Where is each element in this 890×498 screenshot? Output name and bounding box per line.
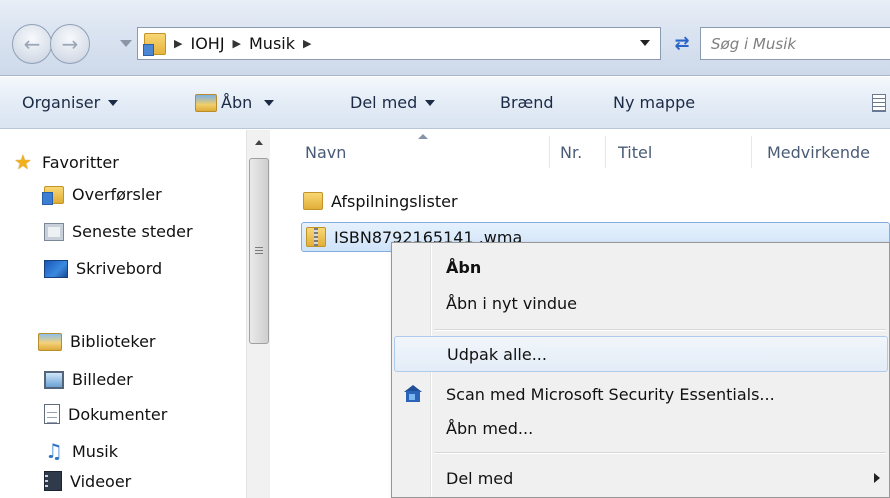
music-icon: ♫ bbox=[45, 439, 63, 463]
nav-item-downloads[interactable]: Overførsler bbox=[42, 185, 162, 205]
view-options-icon[interactable] bbox=[872, 94, 886, 112]
menu-item-label: Åbn bbox=[446, 257, 482, 277]
menu-item-open-with[interactable]: Åbn med... bbox=[394, 410, 888, 446]
menu-item-label: Scan med Microsoft Security Essentials..… bbox=[446, 384, 775, 404]
nav-label: Videoer bbox=[70, 471, 132, 491]
grip-icon bbox=[255, 247, 263, 256]
breadcrumb-item-iohj[interactable]: IOHJ bbox=[190, 34, 224, 53]
menu-separator bbox=[434, 452, 886, 453]
pictures-icon bbox=[44, 370, 64, 389]
nav-pane-scrollbar[interactable] bbox=[246, 130, 270, 498]
menu-item-label: Udpak alle... bbox=[447, 344, 547, 364]
nav-item-videos[interactable]: Videoer bbox=[44, 471, 131, 491]
scroll-thumb[interactable] bbox=[249, 158, 269, 344]
navigation-pane: ★ Favoritter Overførsler Seneste steder … bbox=[0, 130, 254, 498]
menu-item-open-new-window[interactable]: Åbn i nyt vindue bbox=[394, 285, 888, 321]
chevron-down-icon[interactable] bbox=[640, 40, 650, 46]
back-button[interactable]: ← bbox=[12, 24, 52, 64]
refresh-icon: ⇄ bbox=[674, 33, 690, 54]
open-label: Åbn bbox=[221, 93, 253, 112]
menu-separator bbox=[434, 329, 886, 330]
open-folder-icon bbox=[195, 93, 217, 112]
chevron-right-icon[interactable]: ▶ bbox=[233, 37, 241, 50]
documents-icon bbox=[44, 404, 60, 424]
nav-label: Overførsler bbox=[72, 185, 162, 204]
star-icon: ★ bbox=[14, 150, 32, 174]
organize-label: Organiser bbox=[22, 93, 101, 112]
chevron-right-icon bbox=[874, 473, 880, 483]
nav-item-libraries[interactable]: Biblioteker bbox=[38, 332, 156, 351]
recent-places-icon bbox=[44, 222, 64, 241]
chevron-right-icon[interactable]: ▶ bbox=[303, 37, 311, 50]
chevron-down-icon[interactable] bbox=[264, 99, 275, 106]
share-label: Del med bbox=[350, 93, 418, 112]
column-divider[interactable] bbox=[549, 136, 550, 168]
menu-item-extract-all[interactable]: Udpak alle... bbox=[394, 336, 888, 372]
scroll-up-icon[interactable] bbox=[255, 140, 263, 145]
nav-item-desktop[interactable]: Skrivebord bbox=[44, 259, 162, 278]
address-bar: ← → ▶ IOHJ ▶ Musik ▶ ⇄ Søg i Musik bbox=[0, 0, 890, 76]
refresh-button[interactable]: ⇄ bbox=[667, 27, 697, 60]
videos-icon bbox=[44, 471, 62, 491]
nav-label: Musik bbox=[72, 441, 118, 461]
nav-label: Dokumenter bbox=[68, 404, 168, 424]
breadcrumb-item-musik[interactable]: Musik bbox=[249, 34, 295, 53]
nav-item-music[interactable]: ♫ Musik bbox=[44, 439, 118, 463]
nav-label: Seneste steder bbox=[72, 222, 193, 241]
nav-item-pictures[interactable]: Billeder bbox=[44, 370, 133, 389]
share-with-button[interactable]: Del med bbox=[350, 93, 436, 112]
open-button[interactable]: Åbn bbox=[195, 93, 275, 112]
column-header-number[interactable]: Nr. bbox=[560, 130, 582, 174]
menu-item-share-with[interactable]: Del med bbox=[394, 460, 888, 496]
nav-label: Favoritter bbox=[42, 152, 119, 172]
sort-ascending-icon bbox=[418, 134, 428, 139]
nav-label: Billeder bbox=[72, 370, 133, 389]
file-name: Afspilningslister bbox=[331, 191, 458, 211]
context-menu: Åbn Åbn i nyt vindue Udpak alle... Scan … bbox=[391, 242, 890, 498]
breadcrumb[interactable]: ▶ IOHJ ▶ Musik ▶ bbox=[137, 27, 661, 60]
recent-pages-dropdown[interactable] bbox=[120, 40, 132, 47]
desktop-icon bbox=[44, 259, 68, 278]
nav-label: Skrivebord bbox=[76, 259, 163, 278]
nav-label: Biblioteker bbox=[70, 332, 156, 351]
menu-item-label: Åbn med... bbox=[446, 418, 534, 438]
column-divider[interactable] bbox=[751, 136, 752, 168]
downloads-icon bbox=[42, 185, 64, 205]
new-folder-label: Ny mappe bbox=[613, 93, 696, 112]
organize-button[interactable]: Organiser bbox=[22, 93, 119, 112]
forward-button[interactable]: → bbox=[50, 24, 90, 64]
burn-button[interactable]: Brænd bbox=[500, 93, 554, 112]
command-bar: Organiser Åbn Del med Brænd Ny mappe bbox=[0, 77, 890, 129]
column-header-name[interactable]: Navn bbox=[305, 130, 346, 174]
nav-item-favorites[interactable]: ★ Favoritter bbox=[12, 150, 119, 174]
column-divider[interactable] bbox=[605, 136, 606, 168]
chevron-down-icon bbox=[425, 99, 436, 106]
list-item[interactable]: Afspilningslister bbox=[301, 186, 458, 216]
compressed-folder-icon bbox=[306, 227, 326, 247]
back-arrow-icon: ← bbox=[23, 32, 41, 56]
search-input[interactable]: Søg i Musik bbox=[700, 27, 890, 60]
column-header-artists[interactable]: Medvirkende bbox=[767, 130, 870, 174]
burn-label: Brænd bbox=[500, 93, 554, 112]
menu-item-scan-security-essentials[interactable]: Scan med Microsoft Security Essentials..… bbox=[394, 376, 888, 412]
menu-item-label: Del med bbox=[446, 468, 514, 488]
menu-item-open[interactable]: Åbn bbox=[394, 249, 888, 285]
forward-arrow-icon: → bbox=[61, 32, 79, 56]
nav-item-documents[interactable]: Dokumenter bbox=[44, 404, 167, 424]
chevron-down-icon bbox=[108, 99, 119, 106]
folder-icon bbox=[143, 32, 166, 56]
libraries-icon bbox=[38, 332, 62, 351]
new-folder-button[interactable]: Ny mappe bbox=[613, 93, 695, 112]
column-header-title[interactable]: Titel bbox=[618, 130, 652, 174]
menu-item-label: Åbn i nyt vindue bbox=[446, 293, 578, 313]
folder-icon bbox=[303, 192, 323, 210]
security-essentials-icon bbox=[404, 385, 422, 403]
nav-item-recent-places[interactable]: Seneste steder bbox=[44, 222, 193, 241]
chevron-right-icon[interactable]: ▶ bbox=[174, 37, 182, 50]
